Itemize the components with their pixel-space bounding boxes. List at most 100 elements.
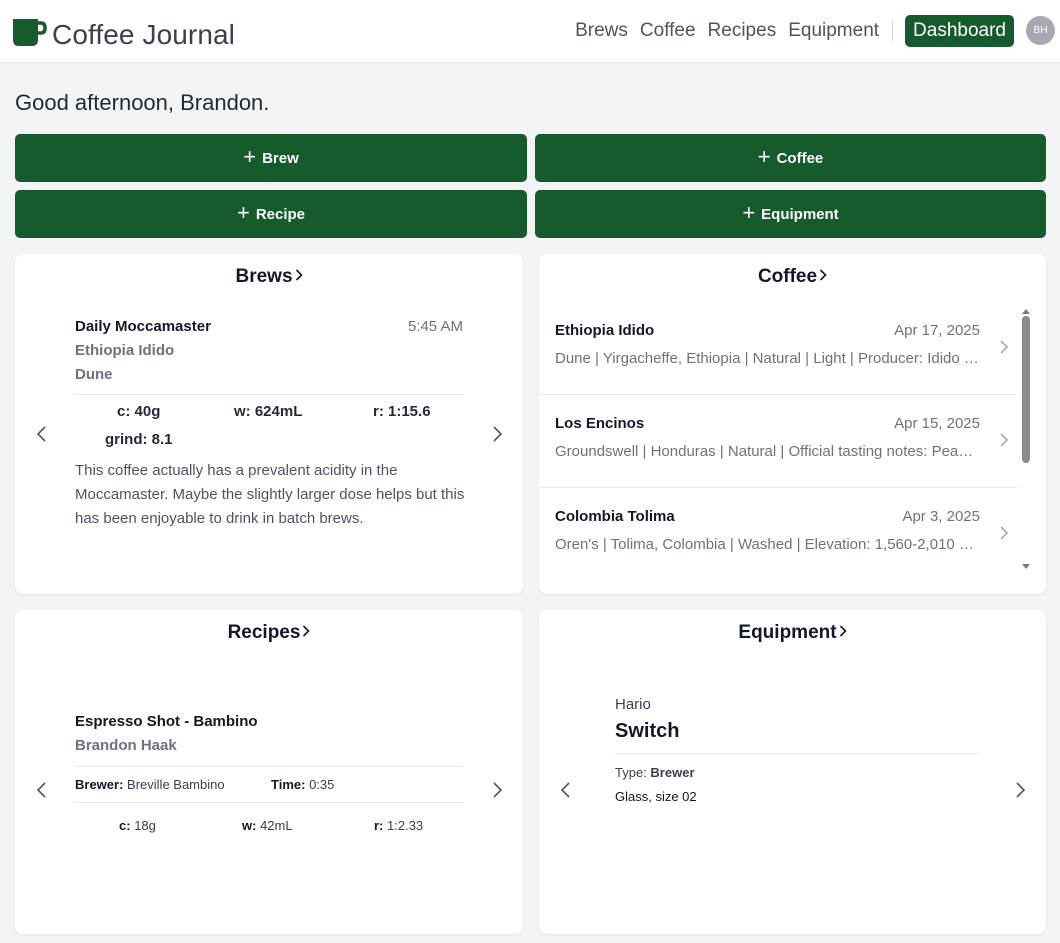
brews-prev-arrow[interactable]: [35, 424, 49, 444]
brews-card-title[interactable]: Brews: [15, 266, 523, 288]
coffee-date: Apr 3, 2025: [902, 508, 980, 525]
coffee-description: Groundswell | Honduras | Natural | Offic…: [555, 443, 979, 460]
nav-equipment[interactable]: Equipment: [788, 20, 879, 42]
add-equipment-button[interactable]: + Equipment: [535, 190, 1046, 238]
brew-divider: [75, 394, 463, 395]
coffee-date: Apr 17, 2025: [894, 322, 980, 339]
recipe-time: Time: 0:35: [271, 777, 334, 792]
chevron-right-icon: [839, 622, 847, 644]
coffee-card-title-text: Coffee: [757, 266, 818, 288]
chevron-right-icon: [490, 424, 504, 444]
scrollbar-thumb[interactable]: [1022, 316, 1030, 463]
coffee-name: Los Encinos: [555, 415, 645, 432]
brews-next-arrow[interactable]: [490, 424, 504, 444]
plus-icon: +: [757, 144, 771, 169]
add-recipe-button[interactable]: + Recipe: [15, 190, 527, 238]
chevron-left-icon: [35, 780, 49, 800]
add-coffee-button[interactable]: + Coffee: [535, 134, 1046, 182]
brew-name[interactable]: Daily Moccamaster: [75, 318, 211, 335]
coffee-list-item[interactable]: Los Encinos Apr 15, 2025 Groundswell | H…: [539, 395, 1017, 488]
chevron-right-icon: [999, 525, 1009, 546]
recipes-card: Recipes Espresso Shot - Bambino Brandon …: [15, 610, 523, 934]
coffee-date: Apr 15, 2025: [894, 415, 980, 432]
greeting: Good afternoon, Brandon.: [15, 90, 270, 115]
brew-grind: grind: 8.1: [105, 431, 173, 448]
plus-icon: +: [236, 200, 250, 225]
main-nav: Brews Coffee Recipes Equipment Dashboard…: [575, 14, 1060, 47]
nav-brews[interactable]: Brews: [575, 20, 628, 42]
coffee-card: Coffee Ethiopia Idido Apr 17, 2025 Dune …: [539, 254, 1046, 594]
recipe-brewer-value: Breville Bambino: [127, 777, 225, 792]
recipe-divider-top: [75, 766, 463, 767]
recipe-name[interactable]: Espresso Shot - Bambino: [75, 713, 258, 730]
coffee-name: Ethiopia Idido: [555, 322, 655, 339]
recipes-card-title-text: Recipes: [227, 622, 301, 644]
chevron-right-icon: [819, 266, 827, 288]
nav-divider: [892, 20, 894, 41]
brews-card-title-text: Brews: [235, 266, 293, 288]
chevron-right-icon: [999, 432, 1009, 453]
coffee-mug-icon: [11, 16, 47, 53]
coffee-list-scrollbar[interactable]: [1021, 302, 1030, 576]
coffee-description: Oren's | Tolima, Colombia | Washed | Ele…: [555, 536, 979, 553]
coffee-list-item[interactable]: Colombia Tolima Apr 3, 2025 Oren's | Tol…: [539, 488, 1017, 578]
recipes-next-arrow[interactable]: [490, 780, 504, 800]
scroll-down-icon[interactable]: [1021, 558, 1031, 576]
recipes-card-title[interactable]: Recipes: [15, 622, 523, 644]
coffee-list: Ethiopia Idido Apr 17, 2025 Dune | Yirga…: [539, 302, 1017, 578]
chevron-left-icon: [559, 780, 573, 800]
recipe-coffee-label: c:: [119, 818, 131, 833]
recipe-water-amount: w: 42mL: [242, 818, 293, 833]
equipment-type: Type: Brewer: [615, 765, 695, 780]
chevron-right-icon: [302, 622, 311, 644]
recipe-divider-bottom: [75, 802, 463, 803]
add-brew-button[interactable]: + Brew: [15, 134, 527, 182]
equipment-card-title[interactable]: Equipment: [539, 622, 1046, 644]
brew-water-amount: w: 624mL: [234, 403, 303, 420]
recipe-coffee-value: 18g: [134, 818, 156, 833]
chevron-left-icon: [35, 424, 49, 444]
add-recipe-label: Recipe: [255, 205, 306, 223]
chevron-right-icon: [490, 780, 504, 800]
add-brew-label: Brew: [262, 149, 299, 167]
app-title: Coffee Journal: [52, 18, 236, 50]
equipment-next-arrow[interactable]: [1013, 780, 1027, 800]
recipe-coffee-amount: c: 18g: [119, 818, 156, 833]
recipe-water-label: w:: [242, 818, 257, 833]
nav-dashboard[interactable]: Dashboard: [905, 14, 1014, 47]
equipment-divider: [615, 753, 978, 754]
chevron-right-icon: [1013, 780, 1027, 800]
equipment-card: Equipment Hario Switch Type: Brewer Glas…: [539, 610, 1046, 934]
chevron-right-icon: [999, 339, 1009, 360]
recipe-author: Brandon Haak: [75, 737, 177, 754]
coffee-list-item[interactable]: Ethiopia Idido Apr 17, 2025 Dune | Yirga…: [539, 302, 1017, 395]
coffee-card-title[interactable]: Coffee: [539, 266, 1046, 288]
brew-notes: This coffee actually has a prevalent aci…: [75, 462, 465, 527]
chevron-right-icon: [295, 266, 303, 288]
brew-roaster: Dune: [75, 366, 113, 383]
recipe-time-value: 0:35: [309, 777, 335, 792]
brew-coffee-amount: c: 40g: [117, 403, 161, 420]
app-logo[interactable]: Coffee Journal: [11, 16, 235, 53]
equipment-card-title-text: Equipment: [738, 622, 837, 644]
user-avatar[interactable]: BH: [1026, 16, 1055, 45]
equipment-type-label: Type:: [615, 765, 647, 780]
coffee-description: Dune | Yirgacheffe, Ethiopia | Natural |…: [555, 350, 979, 367]
brew-ratio: r: 1:15.6: [373, 403, 431, 420]
equipment-name[interactable]: Switch: [615, 720, 679, 743]
coffee-name: Colombia Tolima: [555, 508, 675, 525]
recipe-ratio-label: r:: [374, 818, 384, 833]
equipment-type-value: Brewer: [650, 765, 695, 780]
recipe-ratio: r: 1:2.33: [374, 818, 423, 833]
brew-time: 5:45 AM: [407, 318, 463, 335]
equipment-prev-arrow[interactable]: [559, 780, 573, 800]
top-header: Coffee Journal Brews Coffee Recipes Equi…: [0, 0, 1060, 63]
add-coffee-label: Coffee: [776, 149, 824, 167]
nav-recipes[interactable]: Recipes: [708, 20, 777, 42]
recipes-prev-arrow[interactable]: [35, 780, 49, 800]
recipe-water-value: 42mL: [260, 818, 293, 833]
recipe-brewer-label: Brewer:: [75, 777, 124, 792]
equipment-description: Glass, size 02: [615, 789, 697, 804]
recipe-ratio-value: 1:2.33: [387, 818, 424, 833]
nav-coffee[interactable]: Coffee: [640, 20, 696, 42]
